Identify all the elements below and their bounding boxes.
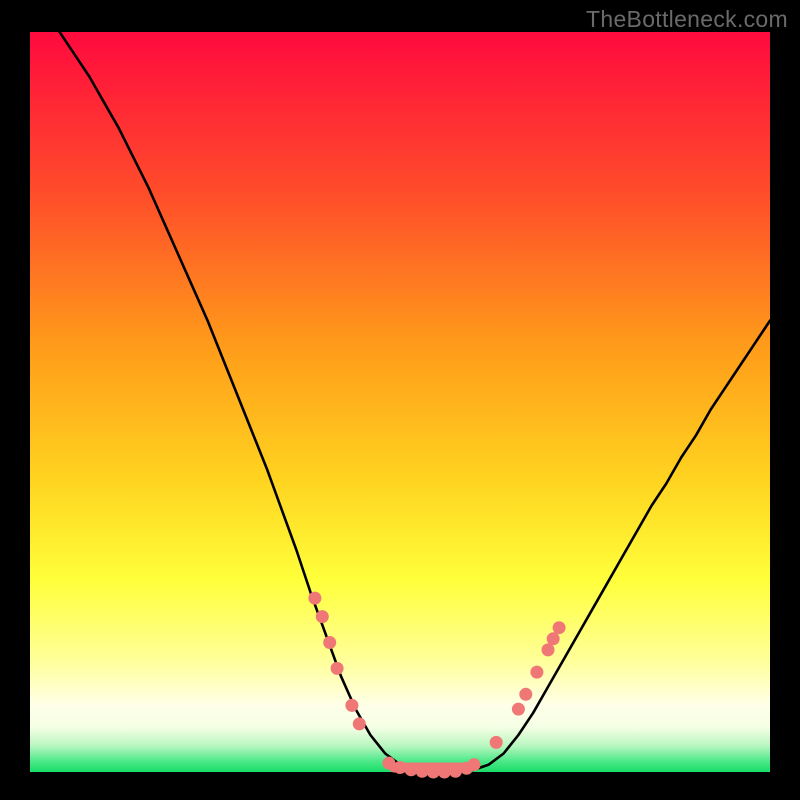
chart-svg (0, 0, 800, 800)
marker-dot (353, 717, 366, 730)
marker-dot (530, 666, 543, 679)
marker-dot (547, 632, 560, 645)
marker-dot (308, 592, 321, 605)
marker-dot (345, 699, 358, 712)
marker-dot (382, 757, 395, 770)
marker-dot (468, 758, 481, 771)
marker-dot (427, 766, 440, 779)
chart-container: TheBottleneck.com (0, 0, 800, 800)
watermark-text: TheBottleneck.com (586, 6, 788, 33)
marker-dot (553, 621, 566, 634)
marker-dot (405, 763, 418, 776)
marker-dot (542, 643, 555, 656)
marker-dot (438, 766, 451, 779)
plot-background (30, 32, 770, 772)
marker-dot (331, 662, 344, 675)
marker-dot (449, 765, 462, 778)
marker-dot (394, 761, 407, 774)
marker-dot (316, 610, 329, 623)
marker-dot (519, 688, 532, 701)
marker-dot (490, 736, 503, 749)
marker-dot (512, 703, 525, 716)
marker-dot (416, 765, 429, 778)
marker-dot (323, 636, 336, 649)
